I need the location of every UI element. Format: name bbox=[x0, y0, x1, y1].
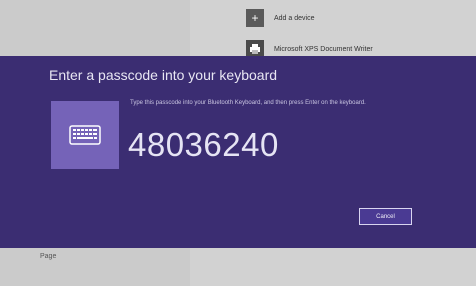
add-device-item[interactable]: + Add a device bbox=[246, 9, 314, 27]
dialog-instruction: Type this passcode into your Bluetooth K… bbox=[130, 100, 366, 106]
dialog-title: Enter a passcode into your keyboard bbox=[49, 67, 278, 83]
keyboard-icon bbox=[69, 125, 101, 145]
passcode-value: 48036240 bbox=[128, 126, 279, 163]
cancel-button[interactable]: Cancel bbox=[359, 208, 412, 225]
add-device-label: Add a device bbox=[274, 14, 315, 22]
left-pane-label: Page bbox=[40, 253, 57, 260]
plus-icon: + bbox=[246, 9, 264, 27]
xps-writer-label: Microsoft XPS Document Writer bbox=[274, 45, 373, 53]
keyboard-tile bbox=[51, 101, 119, 169]
